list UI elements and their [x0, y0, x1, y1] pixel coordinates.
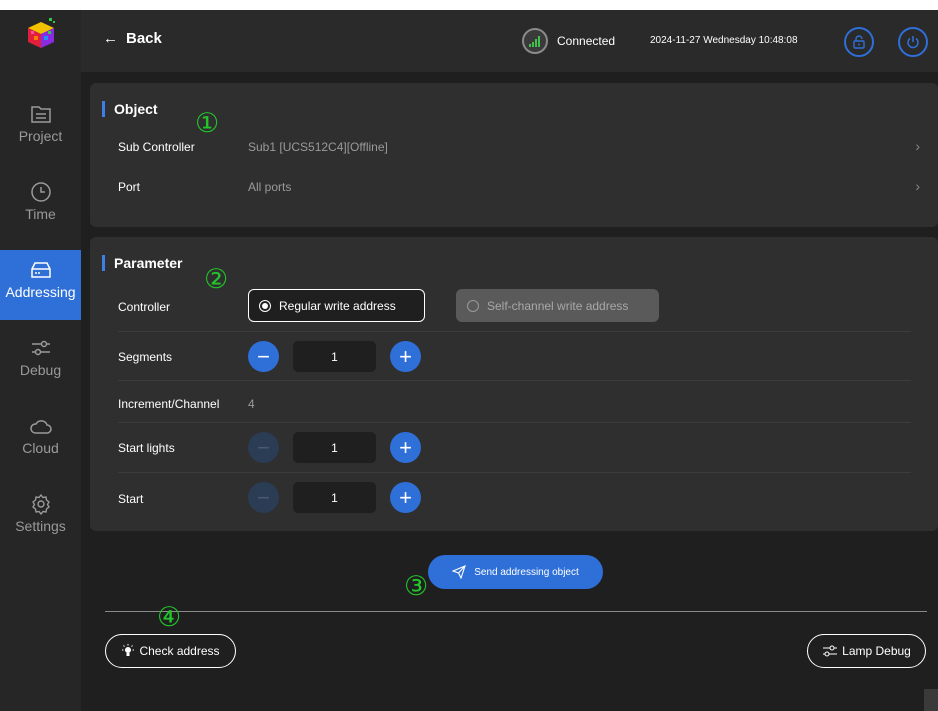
radio-selected-icon: [259, 299, 271, 312]
connection-label: Connected: [557, 34, 616, 48]
plus-icon: +: [399, 343, 412, 369]
top-bar: ← Back Connected 2024-11-27 Wednesday 10…: [81, 10, 938, 72]
sidebar-item-cloud[interactable]: Cloud: [0, 406, 81, 476]
segments-value[interactable]: 1: [293, 341, 376, 372]
start-lights-decrement-button[interactable]: −: [248, 432, 279, 463]
check-address-label: Check address: [139, 644, 220, 658]
chevron-right-icon[interactable]: ›: [915, 178, 920, 194]
sliders-icon: [31, 340, 50, 356]
start-increment-button[interactable]: +: [390, 482, 421, 513]
send-addressing-object-button[interactable]: Send addressing object: [428, 555, 603, 589]
object-card: Object Sub Controller Sub1 [UCS512C4][Of…: [90, 83, 938, 227]
segments-increment-button[interactable]: +: [390, 341, 421, 372]
plus-icon: +: [399, 434, 412, 460]
start-decrement-button[interactable]: −: [248, 482, 279, 513]
start-lights-value[interactable]: 1: [293, 432, 376, 463]
sidebar-item-label: Settings: [15, 518, 66, 534]
lamp-debug-button[interactable]: Lamp Debug: [807, 634, 926, 668]
clock-icon: [30, 182, 51, 202]
connection-status: Connected: [522, 28, 615, 54]
sidebar-item-label: Time: [25, 206, 56, 222]
lamp-debug-label: Lamp Debug: [842, 644, 911, 658]
addressing-icon: [30, 262, 51, 278]
bulb-icon: [122, 644, 135, 656]
sidebar-item-label: Addressing: [5, 284, 76, 300]
divider: [118, 472, 911, 473]
back-button[interactable]: ← Back: [103, 30, 162, 47]
increment-channel-label: Increment/Channel: [118, 397, 220, 411]
unlock-icon: [853, 35, 865, 49]
controller-label: Controller: [118, 300, 171, 314]
annotation-marker-4: ④: [157, 602, 182, 633]
sub-controller-value[interactable]: Sub1 [UCS512C4][Offline]: [248, 140, 388, 154]
sub-controller-label: Sub Controller: [118, 140, 195, 154]
chevron-right-icon[interactable]: ›: [915, 138, 920, 154]
option-label: Regular write address: [279, 298, 396, 313]
cloud-icon: [29, 420, 52, 434]
minus-icon: −: [257, 434, 270, 460]
power-icon: [907, 36, 919, 49]
lock-button[interactable]: [844, 27, 874, 57]
divider: [118, 422, 911, 423]
annotation-marker-3: ③: [404, 571, 429, 602]
sidebar: Project Time Addressing Debug Cloud Sett…: [0, 10, 81, 711]
sidebar-item-settings[interactable]: Settings: [0, 484, 81, 554]
port-label: Port: [118, 180, 141, 194]
regular-write-address-option[interactable]: Regular write address: [248, 289, 425, 322]
signal-icon: [522, 28, 548, 54]
divider: [118, 331, 911, 332]
corner-marker: [924, 689, 938, 711]
main-content: Object Sub Controller Sub1 [UCS512C4][Of…: [81, 72, 938, 711]
start-lights-increment-button[interactable]: +: [390, 432, 421, 463]
self-channel-write-address-option[interactable]: Self-channel write address: [456, 289, 659, 322]
sidebar-item-addressing[interactable]: Addressing: [0, 250, 81, 320]
top-banner: [0, 0, 938, 10]
sidebar-item-label: Debug: [19, 362, 62, 378]
port-value[interactable]: All ports: [248, 180, 291, 194]
annotation-marker-1: ①: [195, 108, 220, 139]
sidebar-item-time[interactable]: Time: [0, 172, 81, 242]
minus-icon: −: [257, 484, 270, 510]
sidebar-item-label: Project: [18, 128, 63, 144]
sidebar-item-debug[interactable]: Debug: [0, 328, 81, 398]
project-icon: [30, 106, 51, 123]
start-value[interactable]: 1: [293, 482, 376, 513]
start-label: Start: [118, 492, 144, 506]
option-label: Self-channel write address: [487, 298, 629, 313]
plus-icon: +: [399, 484, 412, 510]
gear-icon: [31, 493, 50, 516]
start-lights-label: Start lights: [118, 441, 175, 455]
paper-plane-icon: [452, 565, 467, 579]
segments-label: Segments: [118, 350, 173, 364]
sidebar-item-label: Cloud: [22, 440, 59, 456]
minus-icon: −: [257, 343, 270, 369]
annotation-marker-2: ②: [204, 264, 229, 295]
datetime: 2024-11-27 Wednesday 10:48:08: [650, 35, 798, 46]
object-title: Object: [102, 101, 158, 117]
sidebar-item-project[interactable]: Project: [0, 94, 81, 164]
increment-channel-value: 4: [248, 397, 255, 411]
parameter-title: Parameter: [102, 255, 183, 271]
check-address-button[interactable]: Check address: [105, 634, 236, 668]
divider: [105, 611, 927, 612]
send-label: Send addressing object: [474, 566, 579, 578]
radio-unselected-icon: [467, 299, 479, 312]
app-logo-icon: [28, 18, 55, 48]
divider: [118, 380, 911, 381]
segments-decrement-button[interactable]: −: [248, 341, 279, 372]
arrow-left-icon: ←: [103, 30, 118, 47]
power-button[interactable]: [898, 27, 928, 57]
back-label: Back: [126, 30, 162, 47]
sliders-icon: [823, 645, 838, 657]
